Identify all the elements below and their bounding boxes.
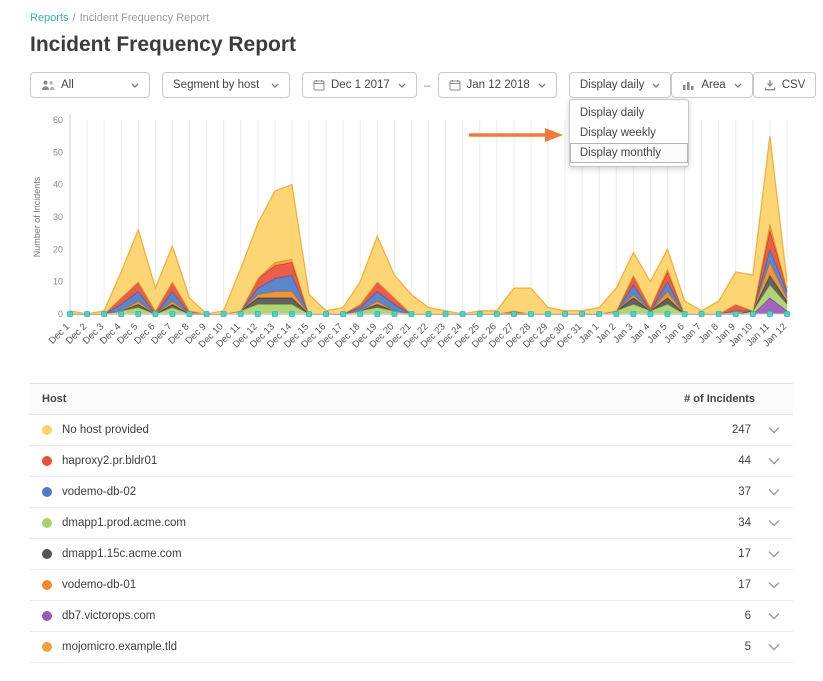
expand-row-chevron-icon[interactable] bbox=[767, 488, 781, 496]
team-filter-label: All bbox=[61, 79, 74, 91]
page-title: Incident Frequency Report bbox=[30, 33, 793, 57]
host-table-row[interactable]: vodemo-db-02 37 bbox=[30, 477, 793, 508]
end-date-picker[interactable]: Jan 12 2018 bbox=[438, 72, 557, 98]
expand-row-chevron-icon[interactable] bbox=[767, 581, 781, 589]
display-dropdown-menu: Display dailyDisplay weeklyDisplay month… bbox=[569, 99, 689, 167]
host-color-dot bbox=[42, 425, 52, 435]
display-menu-item-display-daily[interactable]: Display daily bbox=[570, 103, 688, 123]
chevron-down-icon bbox=[398, 83, 406, 88]
host-incident-count: 6 bbox=[697, 610, 751, 622]
display-menu-item-display-monthly[interactable]: Display monthly bbox=[570, 143, 688, 163]
csv-label: CSV bbox=[782, 79, 806, 91]
breadcrumb-current: Incident Frequency Report bbox=[80, 12, 210, 24]
start-date-label: Dec 1 2017 bbox=[331, 79, 390, 91]
csv-export-button[interactable]: CSV bbox=[753, 72, 817, 98]
host-name: db7.victorops.com bbox=[62, 610, 697, 622]
host-name: vodemo-db-02 bbox=[62, 486, 697, 498]
segment-label: Segment by host bbox=[173, 79, 259, 91]
chevron-down-icon bbox=[652, 83, 660, 88]
expand-row-chevron-icon[interactable] bbox=[767, 519, 781, 527]
host-table-row[interactable]: No host provided 247 bbox=[30, 415, 793, 446]
svg-text:60: 60 bbox=[53, 115, 63, 125]
host-color-dot bbox=[42, 549, 52, 559]
host-color-dot bbox=[42, 580, 52, 590]
host-table-row[interactable]: vodemo-db-01 17 bbox=[30, 570, 793, 601]
host-table-body: No host provided 247 haproxy2.pr.bldr01 … bbox=[30, 415, 793, 663]
chart-type-dropdown[interactable]: Area bbox=[671, 72, 752, 98]
host-incident-count: 247 bbox=[697, 424, 751, 436]
date-range-separator: – bbox=[424, 78, 431, 92]
svg-text:50: 50 bbox=[53, 147, 63, 157]
expand-row-chevron-icon[interactable] bbox=[767, 457, 781, 465]
display-interval-dropdown[interactable]: Display daily bbox=[569, 72, 672, 98]
host-column-header: Host bbox=[42, 393, 684, 405]
host-table-row[interactable]: haproxy2.pr.bldr01 44 bbox=[30, 446, 793, 477]
svg-text:20: 20 bbox=[53, 244, 63, 254]
teams-icon bbox=[41, 79, 55, 91]
host-incident-count: 5 bbox=[697, 641, 751, 653]
host-table-row[interactable]: mojomicro.example.tld 5 bbox=[30, 632, 793, 663]
host-name: dmapp1.15c.acme.com bbox=[62, 548, 697, 560]
host-incident-count: 34 bbox=[697, 517, 751, 529]
display-dropdown-wrap: Display daily Display dailyDisplay weekl… bbox=[569, 72, 672, 98]
display-menu-item-display-weekly[interactable]: Display weekly bbox=[570, 123, 688, 143]
svg-text:10: 10 bbox=[53, 277, 63, 287]
chevron-down-icon bbox=[538, 83, 546, 88]
host-table: Host # of Incidents No host provided 247… bbox=[30, 383, 793, 663]
host-color-dot bbox=[42, 642, 52, 652]
host-color-dot bbox=[42, 611, 52, 621]
team-filter-dropdown[interactable]: All bbox=[30, 72, 150, 98]
calendar-icon bbox=[313, 79, 325, 91]
host-incident-count: 17 bbox=[697, 548, 751, 560]
breadcrumb-separator: / bbox=[73, 12, 76, 24]
host-name: vodemo-db-01 bbox=[62, 579, 697, 591]
expand-row-chevron-icon[interactable] bbox=[767, 612, 781, 620]
svg-text:40: 40 bbox=[53, 180, 63, 190]
calendar-icon bbox=[449, 79, 461, 91]
svg-text:Number of Incidents: Number of Incidents bbox=[32, 176, 42, 257]
host-name: No host provided bbox=[62, 424, 697, 436]
segment-by-dropdown[interactable]: Segment by host bbox=[162, 72, 290, 98]
svg-text:0: 0 bbox=[58, 309, 63, 319]
chevron-down-icon bbox=[271, 83, 279, 88]
breadcrumb: Reports / Incident Frequency Report bbox=[30, 12, 793, 24]
expand-row-chevron-icon[interactable] bbox=[767, 426, 781, 434]
expand-row-chevron-icon[interactable] bbox=[767, 643, 781, 651]
chevron-down-icon bbox=[131, 83, 139, 88]
chart-type-label: Area bbox=[701, 79, 725, 91]
host-name: mojomicro.example.tld bbox=[62, 641, 697, 653]
expand-row-chevron-icon[interactable] bbox=[767, 550, 781, 558]
host-table-header: Host # of Incidents bbox=[30, 384, 793, 415]
toolbar: All Segment by host Dec 1 2017 – bbox=[30, 72, 793, 98]
chevron-down-icon bbox=[734, 83, 742, 88]
host-color-dot bbox=[42, 518, 52, 528]
host-incident-count: 37 bbox=[697, 486, 751, 498]
host-table-row[interactable]: dmapp1.prod.acme.com 34 bbox=[30, 508, 793, 539]
host-table-row[interactable]: db7.victorops.com 6 bbox=[30, 601, 793, 632]
download-icon bbox=[764, 79, 776, 91]
display-interval-label: Display daily bbox=[580, 79, 645, 91]
host-color-dot bbox=[42, 456, 52, 466]
start-date-picker[interactable]: Dec 1 2017 bbox=[302, 72, 417, 98]
host-color-dot bbox=[42, 487, 52, 497]
breadcrumb-reports-link[interactable]: Reports bbox=[30, 12, 69, 24]
host-table-row[interactable]: dmapp1.15c.acme.com 17 bbox=[30, 539, 793, 570]
host-incident-count: 44 bbox=[697, 455, 751, 467]
incidents-column-header: # of Incidents bbox=[684, 393, 755, 405]
svg-text:30: 30 bbox=[53, 212, 63, 222]
host-name: dmapp1.prod.acme.com bbox=[62, 517, 697, 529]
end-date-label: Jan 12 2018 bbox=[467, 79, 530, 91]
incident-frequency-report-page: Reports / Incident Frequency Report Incide… bbox=[0, 0, 823, 681]
chart-type-icon bbox=[682, 80, 695, 91]
host-name: haproxy2.pr.bldr01 bbox=[62, 455, 697, 467]
host-incident-count: 17 bbox=[697, 579, 751, 591]
